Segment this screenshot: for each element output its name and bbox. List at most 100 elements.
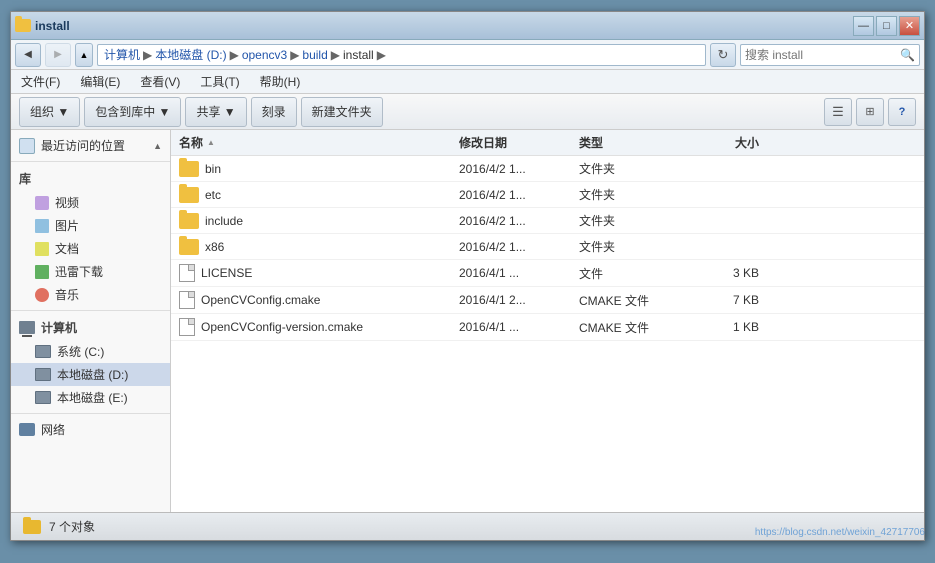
photo-icon	[35, 219, 49, 233]
folder-icon	[179, 161, 199, 177]
up-button[interactable]: ▲	[75, 43, 93, 67]
file-type-cell: 文件夹	[579, 186, 679, 203]
file-date-cell: 2016/4/2 1...	[459, 162, 579, 176]
col-type-header[interactable]: 类型	[579, 134, 679, 151]
minimize-button[interactable]: —	[853, 16, 874, 36]
status-bar: 7 个对象	[11, 512, 924, 540]
search-icon[interactable]: 🔍	[900, 48, 915, 62]
breadcrumb-local-d[interactable]: 本地磁盘 (D:)	[155, 46, 226, 63]
file-name-cell: OpenCVConfig.cmake	[179, 291, 459, 309]
menu-view[interactable]: 查看(V)	[134, 71, 186, 92]
sidebar-divider-1	[11, 161, 170, 162]
sidebar-item-local-d[interactable]: 本地磁盘 (D:)	[11, 363, 170, 386]
table-row[interactable]: LICENSE 2016/4/1 ... 文件 3 KB	[171, 260, 924, 287]
menu-edit[interactable]: 编辑(E)	[74, 71, 126, 92]
file-doc-icon	[179, 291, 195, 309]
view-list-button[interactable]: ☰	[824, 98, 852, 126]
file-name: LICENSE	[201, 266, 252, 280]
table-row[interactable]: OpenCVConfig-version.cmake 2016/4/1 ... …	[171, 314, 924, 341]
view-tiles-button[interactable]: ⊞	[856, 98, 884, 126]
table-row[interactable]: include 2016/4/2 1... 文件夹	[171, 208, 924, 234]
local-d-label: 本地磁盘 (D:)	[57, 366, 128, 383]
photo-label: 图片	[55, 217, 79, 234]
sidebar-recent-label: 最近访问的位置	[41, 137, 125, 154]
burn-button[interactable]: 刻录	[251, 97, 297, 127]
local-e-label: 本地磁盘 (E:)	[57, 389, 128, 406]
sidebar-item-photo[interactable]: 图片	[11, 214, 170, 237]
status-count: 7 个对象	[49, 518, 95, 535]
forward-button[interactable]: ▶	[45, 43, 71, 67]
library-label: 库	[19, 170, 31, 187]
sidebar-item-download[interactable]: 迅雷下载	[11, 260, 170, 283]
menu-help[interactable]: 帮助(H)	[254, 71, 307, 92]
file-type-cell: CMAKE 文件	[579, 292, 679, 309]
include-library-button[interactable]: 包含到库中 ▼	[84, 97, 181, 127]
refresh-button[interactable]: ↻	[710, 43, 736, 67]
back-button[interactable]: ◀	[15, 43, 41, 67]
help-button[interactable]: ?	[888, 98, 916, 126]
local-d-icon	[35, 368, 51, 381]
breadcrumb-opencv3[interactable]: opencv3	[242, 48, 287, 62]
window-icon	[15, 19, 31, 32]
breadcrumb-build[interactable]: build	[302, 48, 327, 62]
folder-icon	[179, 187, 199, 203]
file-name: etc	[205, 188, 221, 202]
sidebar-group-library[interactable]: 库	[11, 166, 170, 191]
file-doc-icon	[179, 264, 195, 282]
file-name-cell: OpenCVConfig-version.cmake	[179, 318, 459, 336]
sidebar-group-computer[interactable]: 计算机	[11, 315, 170, 340]
window-title: install	[35, 19, 70, 33]
status-folder-icon	[23, 520, 41, 534]
sidebar: 最近访问的位置 ▲ 库 视频 图片 文档 迅雷下载	[11, 130, 171, 512]
file-date-cell: 2016/4/1 ...	[459, 266, 579, 280]
sidebar-item-sys-c[interactable]: 系统 (C:)	[11, 340, 170, 363]
doc-label: 文档	[55, 240, 79, 257]
search-input[interactable]	[745, 48, 900, 62]
sidebar-item-music[interactable]: 音乐	[11, 283, 170, 306]
doc-icon	[35, 242, 49, 256]
table-row[interactable]: x86 2016/4/2 1... 文件夹	[171, 234, 924, 260]
file-date-cell: 2016/4/1 2...	[459, 293, 579, 307]
local-e-icon	[35, 391, 51, 404]
share-button[interactable]: 共享 ▼	[185, 97, 246, 127]
file-date-cell: 2016/4/1 ...	[459, 320, 579, 334]
file-size-cell: 3 KB	[679, 266, 759, 280]
main-area: 最近访问的位置 ▲ 库 视频 图片 文档 迅雷下载	[11, 130, 924, 512]
close-button[interactable]: ✕	[899, 16, 920, 36]
new-folder-label: 新建文件夹	[312, 103, 372, 120]
music-label: 音乐	[55, 286, 79, 303]
col-name-header[interactable]: 名称 ▲	[179, 134, 459, 151]
breadcrumb-computer[interactable]: 计算机	[104, 46, 140, 63]
recent-icon	[19, 138, 35, 154]
file-size-cell: 7 KB	[679, 293, 759, 307]
file-name-cell: x86	[179, 239, 459, 255]
sidebar-item-video[interactable]: 视频	[11, 191, 170, 214]
sidebar-item-doc[interactable]: 文档	[11, 237, 170, 260]
music-icon	[35, 288, 49, 302]
toolbar-right: ☰ ⊞ ?	[824, 98, 916, 126]
file-type-cell: 文件夹	[579, 238, 679, 255]
col-size-header[interactable]: 大小	[679, 134, 759, 151]
sidebar-item-network[interactable]: 网络	[11, 418, 170, 441]
table-row[interactable]: etc 2016/4/2 1... 文件夹	[171, 182, 924, 208]
video-label: 视频	[55, 194, 79, 211]
new-folder-button[interactable]: 新建文件夹	[301, 97, 383, 127]
window: install — □ ✕ ◀ ▶ ▲ 计算机 ▶ 本地磁盘 (D:) ▶ op…	[10, 11, 925, 541]
breadcrumb: 计算机 ▶ 本地磁盘 (D:) ▶ opencv3 ▶ build ▶ inst…	[97, 44, 706, 66]
sidebar-item-recent[interactable]: 最近访问的位置 ▲	[11, 134, 170, 157]
menu-file[interactable]: 文件(F)	[15, 71, 66, 92]
file-type-cell: 文件夹	[579, 212, 679, 229]
table-row[interactable]: bin 2016/4/2 1... 文件夹	[171, 156, 924, 182]
folder-icon	[179, 239, 199, 255]
title-bar: install — □ ✕	[11, 12, 924, 40]
sidebar-item-local-e[interactable]: 本地磁盘 (E:)	[11, 386, 170, 409]
menu-tools[interactable]: 工具(T)	[194, 71, 245, 92]
file-name-cell: etc	[179, 187, 459, 203]
table-row[interactable]: OpenCVConfig.cmake 2016/4/1 2... CMAKE 文…	[171, 287, 924, 314]
computer-label: 计算机	[41, 319, 77, 336]
col-date-header[interactable]: 修改日期	[459, 134, 579, 151]
sys-drive-label: 系统 (C:)	[57, 343, 104, 360]
maximize-button[interactable]: □	[876, 16, 897, 36]
file-size-cell: 1 KB	[679, 320, 759, 334]
organize-button[interactable]: 组织 ▼	[19, 97, 80, 127]
